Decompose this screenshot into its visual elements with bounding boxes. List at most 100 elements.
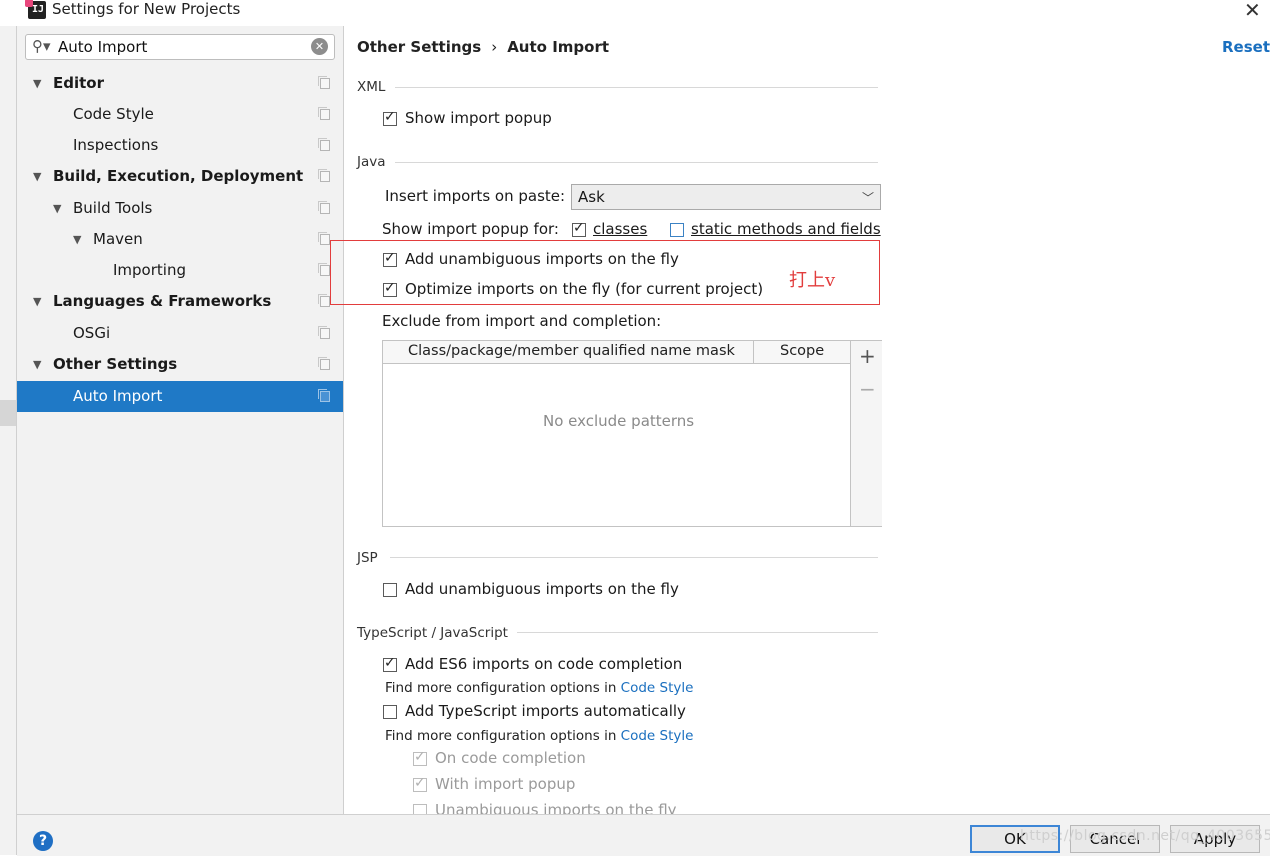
checkbox[interactable]	[383, 109, 397, 126]
section-typescript-javascript: TypeScript / JavaScript	[357, 625, 508, 641]
checkbox[interactable]	[383, 705, 397, 719]
chevron-down-icon[interactable]: ▼	[73, 224, 81, 255]
checkbox-label[interactable]: classes	[593, 220, 647, 238]
checkbox-label[interactable]: Optimize imports on the fly (for current…	[405, 280, 763, 298]
hint-text: Find more configuration options in	[385, 680, 617, 696]
table-header: Class/package/member qualified name mask…	[383, 341, 850, 364]
checkbox-label[interactable]: Add unambiguous imports on the fly	[405, 250, 679, 268]
chevron-down-icon[interactable]: ▼	[33, 161, 41, 192]
title-bar: IJ Settings for New Projects ✕	[0, 0, 1270, 26]
tree-item-auto-import[interactable]: Auto Import	[17, 381, 343, 412]
project-scope-icon	[318, 232, 330, 245]
tree-item-languages-frameworks[interactable]: ▼ Languages & Frameworks	[17, 286, 343, 317]
section-jsp: JSP	[357, 550, 378, 566]
reset-link[interactable]: Reset	[1222, 38, 1270, 56]
breadcrumb-current: Auto Import	[507, 38, 610, 56]
project-scope-icon	[318, 357, 330, 370]
checkbox-label[interactable]: Add ES6 imports on code completion	[405, 655, 682, 673]
find-more-hint-2: Find more configuration options in Code …	[385, 728, 693, 744]
breadcrumb-separator: ›	[491, 38, 498, 56]
checkbox[interactable]	[413, 775, 427, 792]
tree-item-importing[interactable]: Importing	[17, 255, 343, 286]
chevron-down-icon[interactable]: ▼	[33, 286, 41, 317]
section-divider	[390, 557, 878, 558]
code-style-link[interactable]: Code Style	[621, 728, 694, 744]
tree-item-osgi[interactable]: OSGi	[17, 318, 343, 349]
tree-item-label: Maven	[93, 230, 143, 248]
intellij-logo-icon: IJ	[25, 0, 46, 19]
tree-item-label: Auto Import	[73, 387, 163, 405]
annotation-text: 打上v	[789, 270, 836, 291]
insert-imports-label: Insert imports on paste:	[385, 187, 566, 205]
close-icon[interactable]: ✕	[1244, 0, 1261, 22]
project-scope-icon	[318, 76, 330, 89]
search-box[interactable]: ⚲▾ ✕	[25, 34, 335, 60]
chevron-down-icon[interactable]: ﹀	[862, 189, 874, 206]
column-header-scope[interactable]: Scope	[780, 343, 824, 359]
tree-item-label: Inspections	[73, 136, 159, 154]
checkbox-label-text[interactable]: static methods and fields	[691, 220, 881, 238]
tree-item-label: OSGi	[73, 324, 111, 342]
tree-item-label: Other Settings	[53, 355, 178, 373]
project-scope-icon	[318, 138, 330, 151]
watermark: https://blog.csdn.net/qq_40036555	[1020, 828, 1270, 844]
section-xml: XML	[357, 79, 386, 95]
tree-item-label: Editor	[53, 74, 104, 92]
add-pattern-button[interactable]: +	[859, 344, 876, 368]
tree-item-build-tools[interactable]: ▼ Build Tools	[17, 193, 343, 224]
show-popup-for-label: Show import popup for:	[382, 220, 559, 238]
tree-item-build-execution-deployment[interactable]: ▼ Build, Execution, Deployment	[17, 161, 343, 192]
search-icon[interactable]: ⚲▾	[32, 37, 51, 55]
checkbox[interactable]	[383, 655, 397, 672]
tree-item-label: Code Style	[73, 105, 154, 123]
tree-item-inspections[interactable]: Inspections	[17, 130, 343, 161]
clear-search-icon[interactable]: ✕	[311, 38, 328, 55]
insert-imports-select[interactable]: Ask ﹀	[571, 184, 881, 210]
checkbox-label[interactable]: With import popup	[435, 775, 575, 793]
tree-item-label: Importing	[113, 261, 186, 279]
tree-item-code-style[interactable]: Code Style	[17, 99, 343, 130]
table-toolbar: + −	[850, 341, 882, 526]
project-scope-icon	[318, 201, 330, 214]
column-header-mask[interactable]: Class/package/member qualified name mask	[408, 343, 735, 359]
tree-item-maven[interactable]: ▼ Maven	[17, 224, 343, 255]
checkbox-label[interactable]: Add unambiguous imports on the fly	[405, 580, 679, 598]
section-java: Java	[357, 154, 386, 170]
project-scope-icon	[318, 389, 330, 402]
checkbox-label[interactable]: Add TypeScript imports automatically	[405, 702, 686, 720]
checkbox-label[interactable]: Show import popup	[405, 109, 552, 127]
window-title: Settings for New Projects	[52, 0, 241, 18]
code-style-link[interactable]: Code Style	[621, 680, 694, 696]
section-divider	[395, 87, 878, 88]
checkbox[interactable]	[383, 583, 397, 597]
help-icon[interactable]: ?	[33, 831, 53, 851]
chevron-down-icon[interactable]: ▼	[33, 68, 41, 99]
search-input[interactable]	[58, 36, 308, 58]
checkbox-label[interactable]: static methods and fields	[691, 220, 881, 238]
find-more-hint-1: Find more configuration options in Code …	[385, 680, 693, 696]
project-scope-icon	[318, 263, 330, 276]
chevron-down-icon[interactable]: ▼	[53, 193, 61, 224]
tree-item-label: Build Tools	[73, 199, 153, 217]
background-window-strip	[0, 26, 17, 855]
column-divider[interactable]	[753, 341, 754, 363]
tree-item-editor[interactable]: ▼ Editor	[17, 68, 343, 99]
remove-pattern-button[interactable]: −	[859, 377, 876, 401]
checkbox-label[interactable]: On code completion	[435, 749, 586, 767]
breadcrumb-parent[interactable]: Other Settings	[357, 38, 481, 56]
exclude-label: Exclude from import and completion:	[382, 312, 662, 330]
checkbox[interactable]	[572, 220, 586, 237]
project-scope-icon	[318, 169, 330, 182]
checkbox[interactable]	[413, 749, 427, 766]
checkbox[interactable]	[670, 223, 684, 237]
section-divider	[395, 162, 878, 163]
select-value: Ask	[578, 188, 605, 206]
exclude-table[interactable]: Class/package/member qualified name mask…	[382, 340, 882, 527]
project-scope-icon	[318, 107, 330, 120]
checkbox[interactable]	[383, 250, 397, 267]
background-window-selection	[0, 400, 16, 426]
hint-text: Find more configuration options in	[385, 728, 617, 744]
checkbox[interactable]	[383, 280, 397, 297]
tree-item-other-settings[interactable]: ▼ Other Settings	[17, 349, 343, 380]
chevron-down-icon[interactable]: ▼	[33, 349, 41, 380]
